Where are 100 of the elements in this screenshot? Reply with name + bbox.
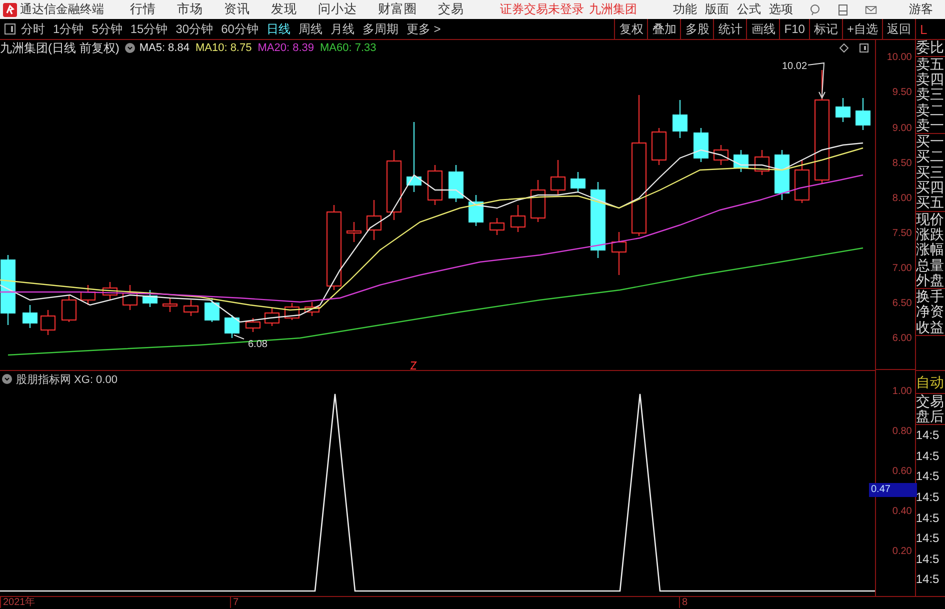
period-tab[interactable]: 30分钟 bbox=[176, 20, 214, 38]
candlestick bbox=[490, 218, 504, 236]
menu-item[interactable]: 市场 bbox=[177, 1, 203, 18]
period-tab[interactable]: 月线 bbox=[330, 20, 354, 38]
date-label: 8 bbox=[679, 597, 688, 608]
menu-item[interactable]: 资讯 bbox=[224, 1, 250, 18]
period-tab[interactable]: 15分钟 bbox=[130, 20, 168, 38]
axis-tick-label: 0.20 bbox=[891, 545, 913, 560]
menu-item[interactable]: 选项 bbox=[769, 1, 793, 18]
axis-tick-label: 6.00 bbox=[891, 333, 913, 346]
quote-field-label: 净资 bbox=[916, 304, 945, 320]
axis-tick-label: 7.50 bbox=[891, 228, 913, 241]
ma-value: MA60: 7.33 bbox=[320, 42, 376, 54]
candlestick bbox=[142, 290, 158, 308]
login-notice[interactable]: 证券交易未登录 bbox=[500, 1, 584, 18]
period-tab[interactable]: 1分钟 bbox=[53, 20, 84, 38]
trade-time: 14:5 bbox=[916, 571, 940, 588]
candlestick bbox=[40, 310, 56, 336]
menu-item[interactable]: 发现 bbox=[271, 1, 297, 18]
quote-field-label: 买一 bbox=[916, 134, 945, 150]
candlestick bbox=[122, 284, 138, 311]
axis-tick-label: 8.50 bbox=[891, 158, 913, 171]
quote-field-label: 收益 bbox=[916, 320, 945, 336]
menu-item[interactable]: 公式 bbox=[737, 1, 761, 18]
window-icon[interactable] bbox=[837, 4, 849, 16]
trade-time: 14:5 bbox=[916, 550, 940, 568]
quote-field-label: 涨跌 bbox=[916, 226, 945, 242]
chevron-down-icon[interactable] bbox=[2, 374, 12, 384]
menu-item[interactable]: 财富圈 bbox=[378, 1, 417, 18]
diamond-icon[interactable] bbox=[839, 43, 849, 54]
candlestick bbox=[366, 200, 382, 241]
candlestick bbox=[162, 298, 178, 313]
quote-field-label: 现价 bbox=[916, 212, 945, 227]
trade-label[interactable]: 交易 bbox=[916, 394, 945, 409]
trade-time: 14:5 bbox=[916, 468, 940, 486]
ma-value: MA5: 8.84 bbox=[139, 42, 190, 54]
chevron-down-icon[interactable] bbox=[125, 43, 136, 54]
candlestick bbox=[346, 222, 362, 243]
axis-tick-label: 7.00 bbox=[891, 262, 913, 276]
chat-bubble-icon[interactable] bbox=[809, 4, 821, 16]
axis-tick-label: 1.00 bbox=[891, 385, 913, 400]
candlestick bbox=[734, 150, 748, 173]
indicator-title: 股朋指标网 XG: 0.00 bbox=[16, 372, 118, 387]
candlestick bbox=[264, 308, 280, 327]
quote-field-label: 买四 bbox=[916, 180, 945, 196]
chart-title: 九洲集团(日线 前复权) bbox=[0, 40, 120, 57]
trade-time: 14:5 bbox=[916, 448, 940, 465]
period-tab[interactable]: 5分钟 bbox=[92, 20, 122, 38]
quote-field-label: 委比 bbox=[916, 40, 945, 56]
axis-tick-label: 9.00 bbox=[891, 122, 913, 136]
period-tab[interactable]: 周线 bbox=[298, 20, 322, 38]
quote-field-label: 买五 bbox=[916, 195, 945, 211]
period-tab[interactable]: 多周期 bbox=[362, 20, 398, 38]
candlestick bbox=[836, 98, 850, 123]
trade-time: 14:5 bbox=[916, 530, 940, 548]
quote-field-label: 卖一 bbox=[916, 118, 945, 134]
candlestick bbox=[714, 144, 728, 166]
ma-value: MA10: 8.75 bbox=[195, 42, 252, 54]
menu-item[interactable]: 问小达 bbox=[318, 1, 357, 18]
menu-item[interactable]: 行情 bbox=[130, 1, 156, 18]
axis-tick-label: 6.50 bbox=[891, 298, 913, 312]
period-tab[interactable]: 60分钟 bbox=[221, 20, 258, 38]
period-tab[interactable]: 分时 bbox=[21, 20, 45, 38]
trade-label[interactable]: 盘后 bbox=[916, 408, 945, 424]
quote-field-label: 卖二 bbox=[916, 102, 945, 118]
candlestick bbox=[386, 150, 402, 221]
quote-field-label: 涨幅 bbox=[916, 242, 945, 258]
candlestick bbox=[22, 304, 38, 329]
quote-field-label: 卖五 bbox=[916, 56, 945, 72]
period-tab[interactable]: 更多 > bbox=[406, 20, 441, 38]
price-label: 10.02 bbox=[782, 61, 808, 72]
user-label[interactable]: 游客 bbox=[909, 1, 933, 18]
period-tab[interactable]: 日线 bbox=[266, 20, 290, 38]
panel-icon[interactable] bbox=[859, 43, 869, 54]
quote-field-label: 总量 bbox=[916, 258, 945, 273]
mail-icon[interactable] bbox=[865, 4, 877, 16]
trade-time: 14:5 bbox=[916, 510, 940, 527]
menu-item[interactable]: 交易 bbox=[438, 1, 464, 18]
quote-field-label: 买三 bbox=[916, 164, 945, 180]
axis-tick-label: 9.50 bbox=[891, 87, 913, 100]
candlestick bbox=[80, 284, 96, 306]
candlestick bbox=[672, 100, 688, 139]
mode-label[interactable]: 自动 bbox=[916, 371, 945, 394]
candlestick bbox=[284, 302, 300, 321]
trade-time: 14:5 bbox=[916, 489, 940, 506]
axis-tick-label: 8.00 bbox=[891, 192, 913, 206]
candlestick bbox=[774, 150, 790, 201]
stock-name: 九洲集团 bbox=[589, 1, 637, 18]
menu-item[interactable]: 功能 bbox=[673, 1, 697, 18]
panel-icon[interactable] bbox=[4, 23, 16, 36]
menu-item[interactable]: 版面 bbox=[705, 1, 729, 18]
app-logo-icon bbox=[3, 2, 17, 17]
candlestick bbox=[102, 282, 118, 301]
axis-tick-label: 10.00 bbox=[886, 52, 913, 66]
candlestick bbox=[510, 204, 526, 233]
axis-tick-label: 0.40 bbox=[891, 505, 913, 520]
candlestick bbox=[246, 318, 260, 333]
candlestick bbox=[530, 180, 546, 223]
candlestick bbox=[0, 254, 16, 326]
date-label: 2021年 bbox=[0, 597, 36, 608]
